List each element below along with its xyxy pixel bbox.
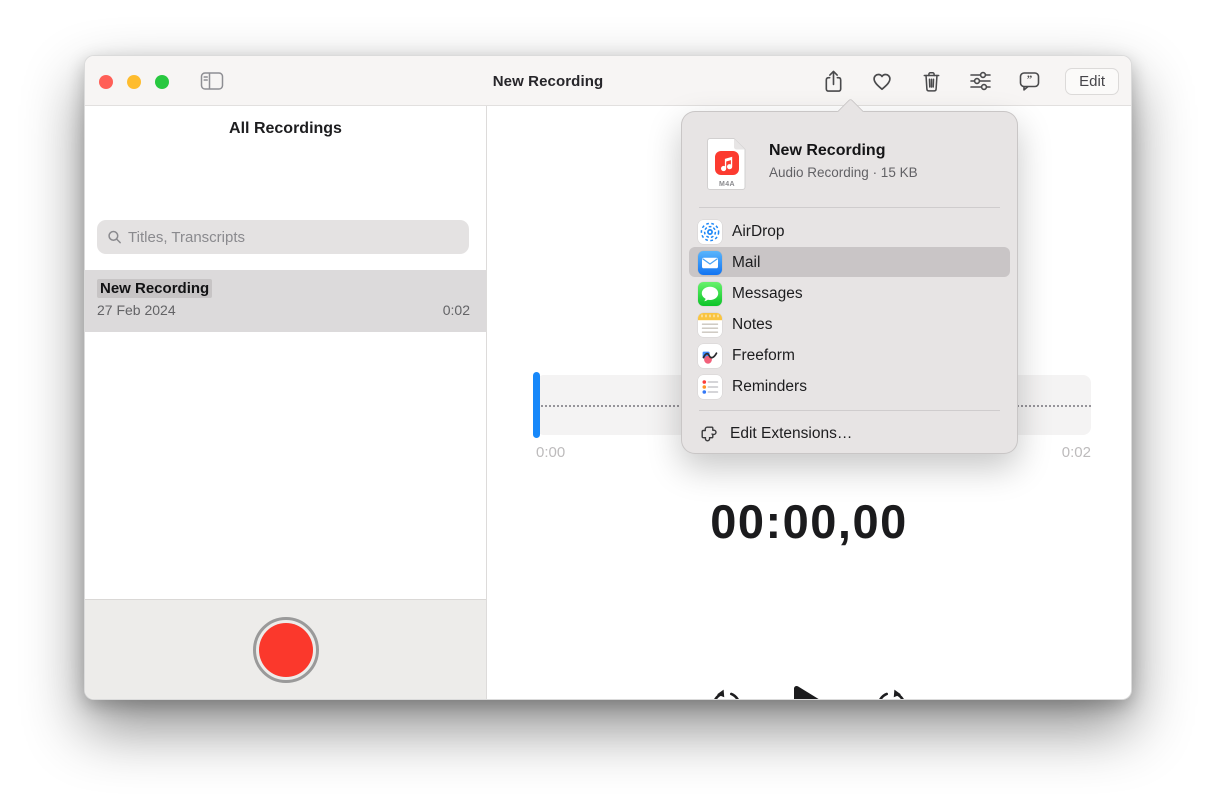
share-item-messages[interactable]: Messages — [682, 278, 1017, 309]
svg-text:”: ” — [1026, 74, 1032, 86]
recording-title: New Recording — [97, 279, 212, 298]
edit-extensions-item[interactable]: Edit Extensions… — [682, 417, 1017, 450]
edit-extensions-label: Edit Extensions… — [730, 425, 852, 443]
popover-separator — [699, 207, 1000, 208]
minimize-window-button[interactable] — [127, 75, 141, 89]
share-file-meta: Audio Recording · 15 KB — [769, 165, 918, 180]
share-popover: M4A New Recording Audio Recording · 15 K… — [681, 111, 1018, 454]
mail-icon — [698, 251, 722, 275]
skip-back-15-button[interactable]: 15 — [708, 687, 745, 701]
share-item-label: Freeform — [732, 347, 795, 365]
share-item-label: AirDrop — [732, 223, 785, 241]
share-target-list: AirDrop Mail — [682, 216, 1017, 402]
titlebar: New Recording — [85, 56, 1131, 106]
edit-button[interactable]: Edit — [1065, 68, 1119, 95]
search-icon — [107, 229, 122, 245]
elapsed-time: 00:00,00 — [487, 494, 1131, 549]
m4a-file-icon: M4A — [705, 137, 749, 191]
record-strip — [85, 599, 486, 699]
window-title: New Recording — [385, 56, 711, 106]
share-item-label: Messages — [732, 285, 803, 303]
share-item-mail[interactable]: Mail — [682, 247, 1017, 278]
share-item-label: Reminders — [732, 378, 807, 396]
share-item-reminders[interactable]: Reminders — [682, 371, 1017, 402]
play-button[interactable] — [791, 684, 827, 700]
share-item-notes[interactable]: Notes — [682, 309, 1017, 340]
transcript-bubble-icon[interactable]: ” — [1016, 67, 1042, 95]
share-button[interactable] — [820, 67, 846, 95]
search-input[interactable] — [128, 229, 459, 246]
skip-back-seconds: 15 — [719, 698, 733, 700]
traffic-lights — [99, 75, 169, 89]
voice-memos-window: New Recording — [84, 55, 1132, 700]
freeform-icon — [698, 344, 722, 368]
sidebar-header: All Recordings — [85, 120, 486, 138]
airdrop-icon — [698, 220, 722, 244]
share-item-airdrop[interactable]: AirDrop — [682, 216, 1017, 247]
skip-forward-15-button[interactable]: 15 — [873, 687, 910, 701]
share-file-name: New Recording — [769, 142, 918, 160]
share-item-label: Notes — [732, 316, 773, 334]
zoom-window-button[interactable] — [155, 75, 169, 89]
notes-icon — [698, 313, 722, 337]
transport-controls: 15 15 — [487, 684, 1131, 700]
share-item-label: Mail — [732, 254, 760, 272]
popover-separator — [699, 410, 1000, 411]
delete-button[interactable] — [918, 67, 944, 95]
options-sliders-icon[interactable] — [967, 67, 993, 95]
playhead[interactable] — [533, 372, 540, 438]
record-dot-icon — [259, 623, 313, 677]
skip-forward-seconds: 15 — [884, 698, 898, 700]
record-button[interactable] — [253, 617, 319, 683]
timeline-end-label: 0:02 — [1062, 444, 1091, 461]
timeline-start-label: 0:00 — [536, 444, 565, 461]
share-file-header: M4A New Recording Audio Recording · 15 K… — [705, 137, 1001, 191]
recording-date: 27 Feb 2024 — [97, 302, 176, 318]
extensions-puzzle-icon — [699, 423, 720, 444]
sidebar-toggle-icon[interactable] — [200, 71, 224, 91]
share-item-freeform[interactable]: Freeform — [682, 340, 1017, 371]
search-field[interactable] — [97, 220, 469, 254]
screen: New Recording — [0, 0, 1216, 807]
sidebar: All Recordings New Recording 27 Feb 2024… — [85, 106, 487, 699]
file-type-badge: M4A — [705, 181, 749, 188]
messages-icon — [698, 282, 722, 306]
toolbar: ” Edit — [820, 56, 1119, 106]
favorite-button[interactable] — [869, 67, 895, 95]
reminders-icon — [698, 375, 722, 399]
recording-list-item[interactable]: New Recording 27 Feb 2024 0:02 — [85, 270, 486, 332]
recording-duration: 0:02 — [443, 302, 470, 318]
close-window-button[interactable] — [99, 75, 113, 89]
